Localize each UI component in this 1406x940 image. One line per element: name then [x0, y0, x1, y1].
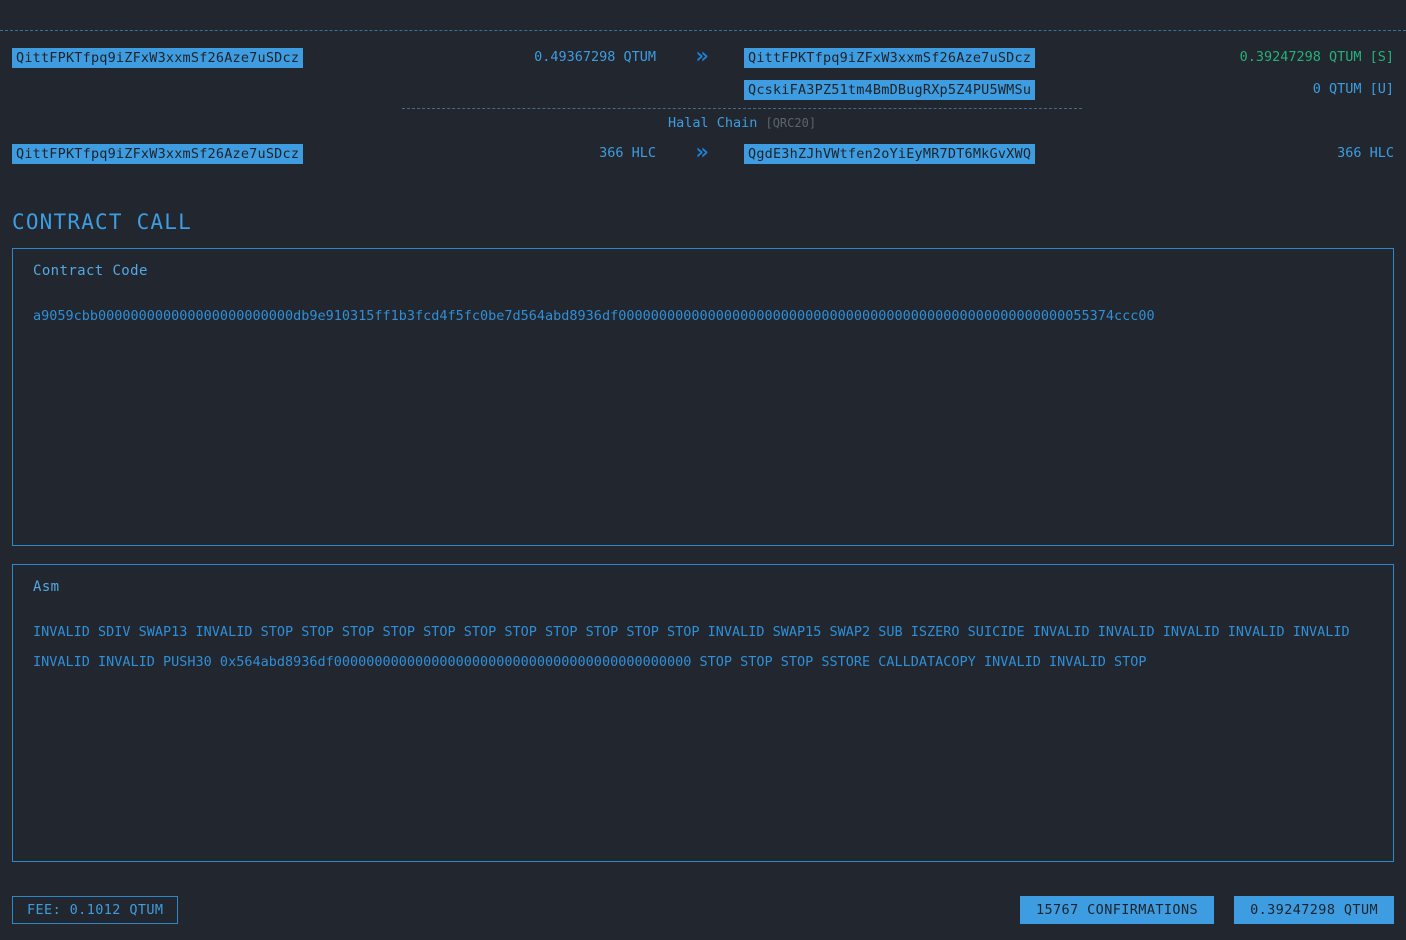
- confirmations-badge: 15767 CONFIRMATIONS: [1019, 896, 1214, 924]
- token-output-address[interactable]: QgdE3hZJhVWtfen2oYiEyMR7DT6MkGvXWQ: [744, 144, 1036, 164]
- qtum-transfer-row-secondary: QcskiFA3PZ51tm4BmDBugRXp5Z4PU5WMSu 0 QTU…: [0, 80, 1406, 104]
- token-input-amount: 366 HLC: [599, 145, 656, 161]
- token-divider: [402, 108, 1082, 109]
- total-value-badge: 0.39247298 QTUM: [1234, 896, 1394, 924]
- token-transfer-arrow-icon: »: [695, 140, 709, 165]
- token-name-label: Halal Chain [QRC20]: [402, 115, 1082, 131]
- transaction-io-block: QittFPKTfpq9iZFxW3xxmSf26Aze7uSDcz 0.493…: [0, 0, 1406, 190]
- qtum-output-amount-2: 0 QTUM [U]: [1312, 81, 1394, 97]
- transaction-detail-page: QittFPKTfpq9iZFxW3xxmSf26Aze7uSDcz 0.493…: [0, 0, 1406, 940]
- transfer-arrow-icon: »: [695, 44, 709, 69]
- page-title: CONTRACT CALL: [12, 210, 192, 234]
- contract-code-label: Contract Code: [33, 263, 148, 279]
- qtum-output-address-1[interactable]: QittFPKTfpq9iZFxW3xxmSf26Aze7uSDcz: [744, 48, 1036, 68]
- qtum-output-address-2[interactable]: QcskiFA3PZ51tm4BmDBugRXp5Z4PU5WMSu: [744, 80, 1036, 100]
- asm-panel: Asm INVALID SDIV SWAP13 INVALID STOP STO…: [12, 564, 1394, 862]
- asm-value[interactable]: INVALID SDIV SWAP13 INVALID STOP STOP ST…: [33, 617, 1375, 851]
- token-name: Halal Chain: [667, 115, 758, 131]
- contract-code-value[interactable]: a9059cbb000000000000000000000000db9e9103…: [33, 301, 1375, 535]
- asm-label: Asm: [33, 579, 60, 595]
- qtum-input-amount: 0.49367298 QTUM: [534, 49, 656, 65]
- transaction-footer: FEE: 0.1012 QTUM 15767 CONFIRMATIONS 0.3…: [0, 896, 1406, 926]
- contract-code-panel: Contract Code a9059cbb000000000000000000…: [12, 248, 1394, 546]
- token-standard-tag: [QRC20]: [765, 116, 817, 130]
- io-divider-top: [0, 30, 1406, 31]
- qtum-output-amount-1: 0.39247298 QTUM [S]: [1239, 49, 1394, 65]
- token-transfer-row: QittFPKTfpq9iZFxW3xxmSf26Aze7uSDcz 366 H…: [0, 140, 1406, 168]
- clipped-previous-row: [0, 0, 1406, 14]
- fee-badge: FEE: 0.1012 QTUM: [12, 896, 179, 924]
- token-output-amount: 366 HLC: [1337, 145, 1394, 161]
- qtum-transfer-row: QittFPKTfpq9iZFxW3xxmSf26Aze7uSDcz 0.493…: [0, 44, 1406, 72]
